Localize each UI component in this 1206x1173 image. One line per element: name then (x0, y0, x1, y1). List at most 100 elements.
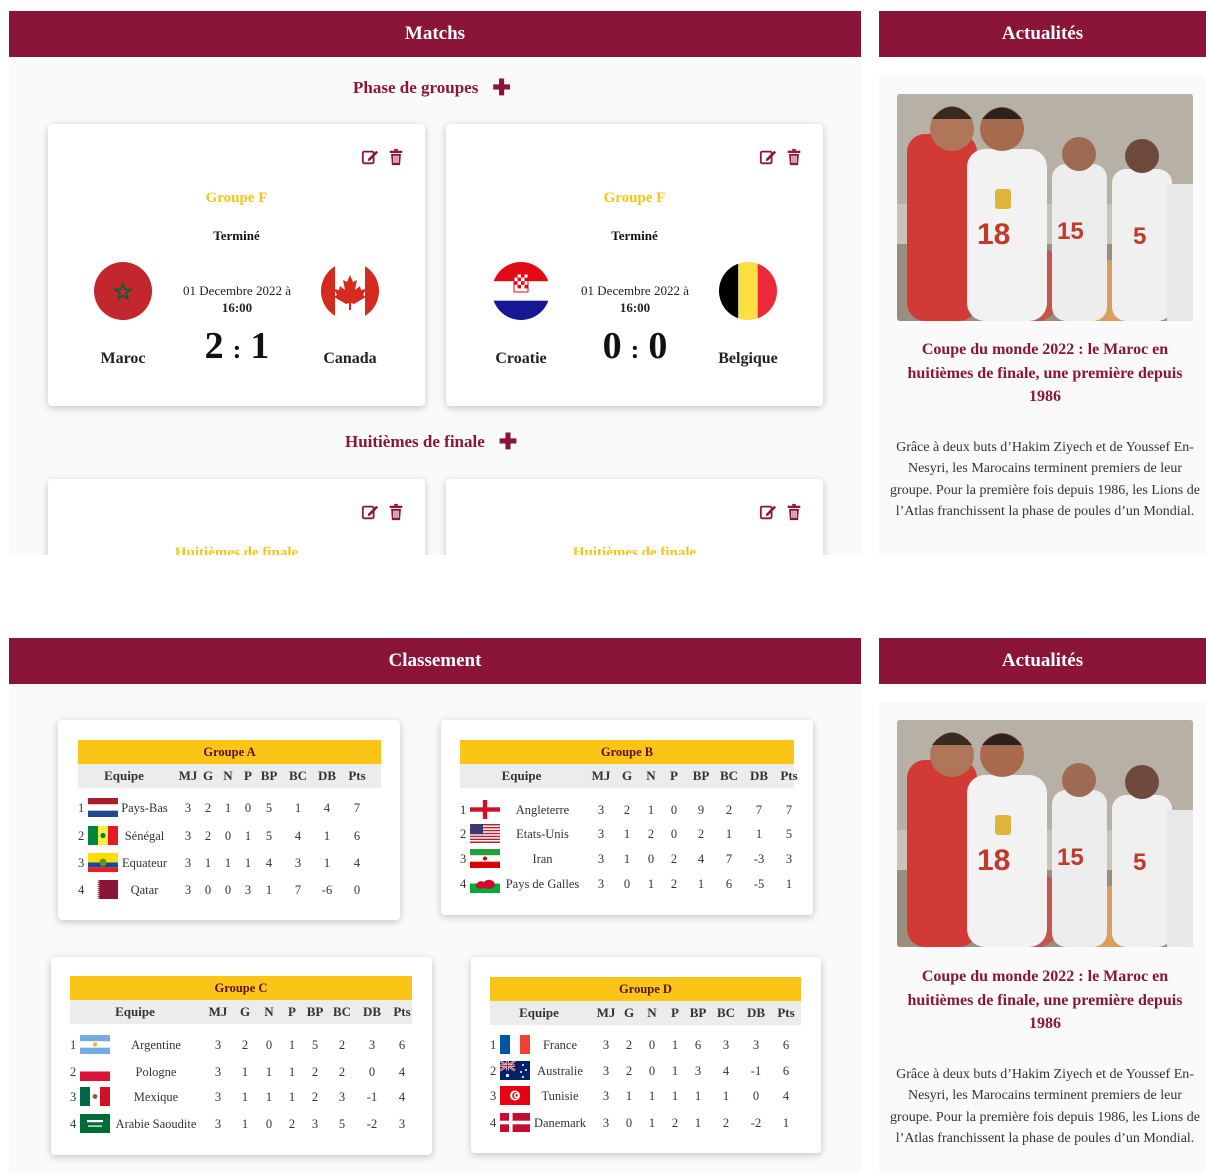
home-score: 0 (602, 325, 622, 367)
stat-cell: 3 (785, 851, 793, 866)
huitiemes-title[interactable]: Huitièmes de finale ✚ (345, 431, 517, 453)
qa-flag-icon (88, 880, 118, 899)
stat-cell: 3 (752, 1037, 760, 1052)
stat-cell: 0 (670, 802, 678, 817)
group-header: Groupe A (78, 740, 381, 764)
sn-flag-icon (88, 826, 118, 845)
standings-card: Groupe C Equipe MJ G N P BP BC DB Pts 1 Argentine 3 2… (51, 957, 432, 1155)
stat-cell: 4 (323, 800, 331, 815)
stat-cell: 1 (323, 855, 331, 870)
home-team: Croatie (495, 350, 547, 367)
column-header: Equipe (501, 768, 542, 783)
stat-cell: 3 (398, 1116, 406, 1131)
plus-icon[interactable]: ✚ (499, 431, 517, 453)
score-separator: : (232, 335, 242, 364)
news-image[interactable] (897, 94, 1193, 321)
stat-cell: 4 (294, 828, 302, 843)
en-flag-icon (470, 800, 500, 819)
stat-cell: 0 (670, 826, 678, 841)
table-row: 3 Mexique 3 1 1 1 2 3 -1 4 (70, 1085, 412, 1109)
match-group: Huitièmes de finale (174, 545, 299, 555)
rank: 3 (460, 851, 467, 866)
stat-cell: 3 (694, 1063, 702, 1078)
rank: 2 (490, 1063, 497, 1078)
edit-icon[interactable] (361, 503, 379, 521)
stat-cell: 1 (241, 1116, 249, 1131)
rank: 2 (460, 826, 467, 841)
away-score: 0 (648, 325, 668, 367)
stat-cell: 1 (241, 1064, 249, 1079)
trash-icon[interactable] (785, 148, 803, 166)
column-header: Pts (348, 768, 366, 783)
match-group: Groupe F (205, 190, 268, 206)
top-panel: Matchs Actualités Phase de groupes ✚ Gro… (0, 0, 1206, 555)
table-row: 1 Angleterre 3 2 1 0 9 2 7 7 (460, 798, 794, 822)
home-score: 2 (204, 325, 224, 367)
column-headers: Equipe MJ G N P BP BC DB Pts (78, 764, 381, 788)
stat-cell: 2 (670, 876, 678, 891)
team-name: Argentine (131, 1037, 181, 1052)
match-time: 16:00 (221, 300, 253, 315)
stat-cell: 4 (398, 1064, 406, 1079)
rank: 3 (70, 1089, 77, 1104)
stat-cell: 1 (755, 826, 763, 841)
rank: 3 (490, 1088, 497, 1103)
au-flag-icon (500, 1061, 530, 1080)
nl-flag-icon (88, 798, 118, 817)
stat-cell: 3 (597, 826, 605, 841)
plus-icon[interactable]: ✚ (492, 77, 510, 99)
stat-cell: 6 (725, 876, 733, 891)
team-name: Qatar (130, 882, 159, 897)
stat-cell: 1 (265, 882, 273, 897)
news-image[interactable] (897, 720, 1193, 947)
news-title[interactable]: Coupe du monde 2022 : le Maroc en huitiè… (890, 338, 1200, 409)
column-header: BC (288, 768, 308, 783)
column-header: BC (716, 1005, 736, 1020)
trash-icon[interactable] (785, 503, 803, 521)
column-header: Pts (780, 768, 798, 783)
team-name: Pays de Galles (505, 876, 580, 891)
column-header: BP (260, 768, 278, 783)
edit-icon[interactable] (759, 148, 777, 166)
team-name: Pays-Bas (121, 800, 168, 815)
edit-icon[interactable] (361, 148, 379, 166)
stat-cell: 6 (353, 828, 361, 843)
match-score: 2:1 (176, 324, 298, 368)
column-header: Pts (393, 1004, 411, 1019)
news-title[interactable]: Coupe du monde 2022 : le Maroc en huitiè… (890, 965, 1200, 1036)
group-header: Groupe C (70, 976, 412, 1000)
team-name: France (542, 1037, 577, 1052)
stat-cell: 2 (623, 802, 631, 817)
column-header: P (670, 768, 678, 783)
tn-flag-icon (500, 1086, 530, 1105)
table-row: 2 Sénégal 3 2 0 1 5 4 1 6 (78, 824, 381, 848)
stat-cell: 0 (368, 1064, 376, 1079)
trash-icon[interactable] (387, 503, 405, 521)
stat-cell: 3 (294, 855, 302, 870)
match-date: 01 Decembre 2022 à 16:00 (170, 282, 304, 316)
news-card: Coupe du monde 2022 : le Maroc en huitiè… (879, 702, 1206, 1173)
card-actions (361, 148, 405, 166)
edit-icon[interactable] (759, 503, 777, 521)
column-header: MJ (208, 1004, 228, 1019)
away-score: 1 (250, 325, 270, 367)
stat-cell: 6 (398, 1037, 406, 1052)
phase-groupes-title[interactable]: Phase de groupes ✚ (353, 77, 511, 99)
match-score: 0:0 (574, 324, 696, 368)
trash-icon[interactable] (387, 148, 405, 166)
table-row: 3 Tunisie 3 1 1 1 1 1 0 4 (490, 1084, 801, 1108)
table-row: 1 Argentine 3 2 0 1 5 2 3 6 (70, 1033, 412, 1057)
match-card: Huitièmes de finale (446, 479, 823, 555)
stat-cell: 2 (338, 1037, 346, 1052)
pl-flag-icon (80, 1062, 110, 1081)
stat-cell: 0 (353, 882, 361, 897)
match-group: Groupe F (603, 190, 666, 206)
stat-cell: 5 (265, 828, 273, 843)
stat-cell: 1 (694, 1088, 702, 1103)
stat-cell: 2 (311, 1064, 319, 1079)
stat-cell: 7 (353, 800, 361, 815)
column-header: MJ (591, 768, 611, 783)
stat-cell: 5 (311, 1037, 319, 1052)
rank: 4 (70, 1116, 77, 1131)
stat-cell: -5 (753, 876, 765, 891)
